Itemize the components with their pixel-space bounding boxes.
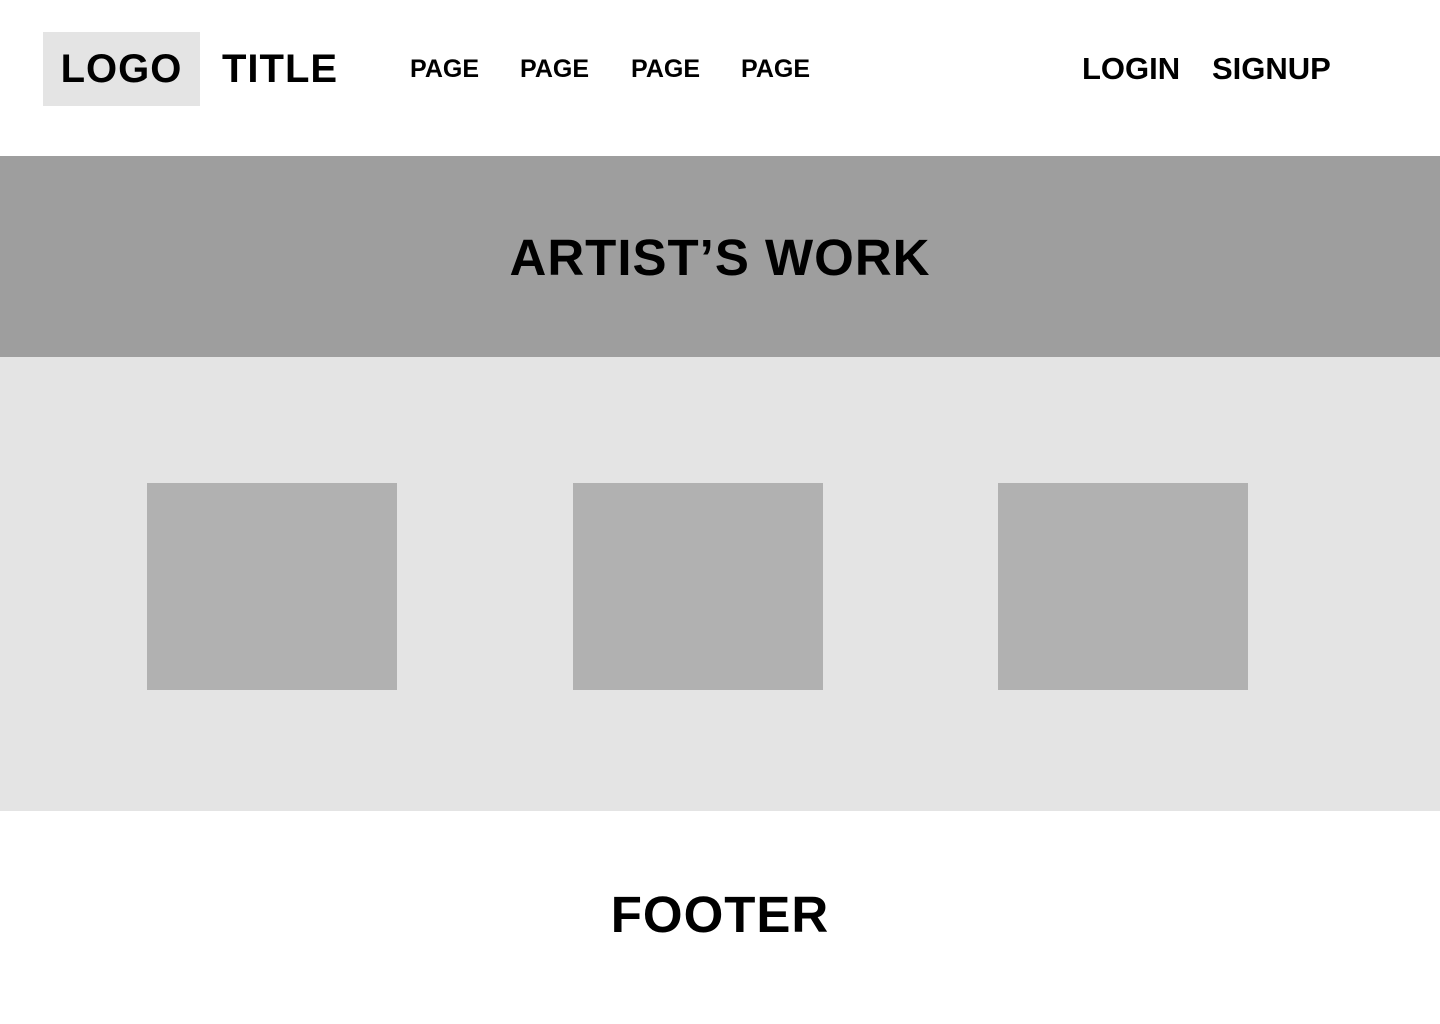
nav-link-page-4[interactable]: PAGE	[741, 32, 810, 106]
site-header: LOGO TITLE PAGE PAGE PAGE PAGE LOGIN SIG…	[0, 0, 1440, 156]
nav-link-page-2[interactable]: PAGE	[520, 32, 589, 106]
site-title: TITLE	[222, 46, 339, 91]
nav-link-page-1[interactable]: PAGE	[410, 32, 479, 106]
nav-link-page-3[interactable]: PAGE	[631, 32, 700, 106]
gallery-image-placeholder-2[interactable]	[573, 483, 823, 690]
site-footer: FOOTER	[0, 811, 1440, 1024]
gallery-image-placeholder-3[interactable]	[998, 483, 1248, 690]
hero-banner: ARTIST’S WORK	[0, 156, 1440, 357]
logo[interactable]: LOGO	[43, 32, 200, 106]
login-link[interactable]: LOGIN	[1082, 32, 1180, 106]
footer-text: FOOTER	[610, 886, 830, 943]
gallery-section	[0, 357, 1440, 811]
signup-link[interactable]: SIGNUP	[1212, 32, 1331, 106]
gallery-image-placeholder-1[interactable]	[147, 483, 397, 690]
hero-title: ARTIST’S WORK	[509, 229, 931, 286]
